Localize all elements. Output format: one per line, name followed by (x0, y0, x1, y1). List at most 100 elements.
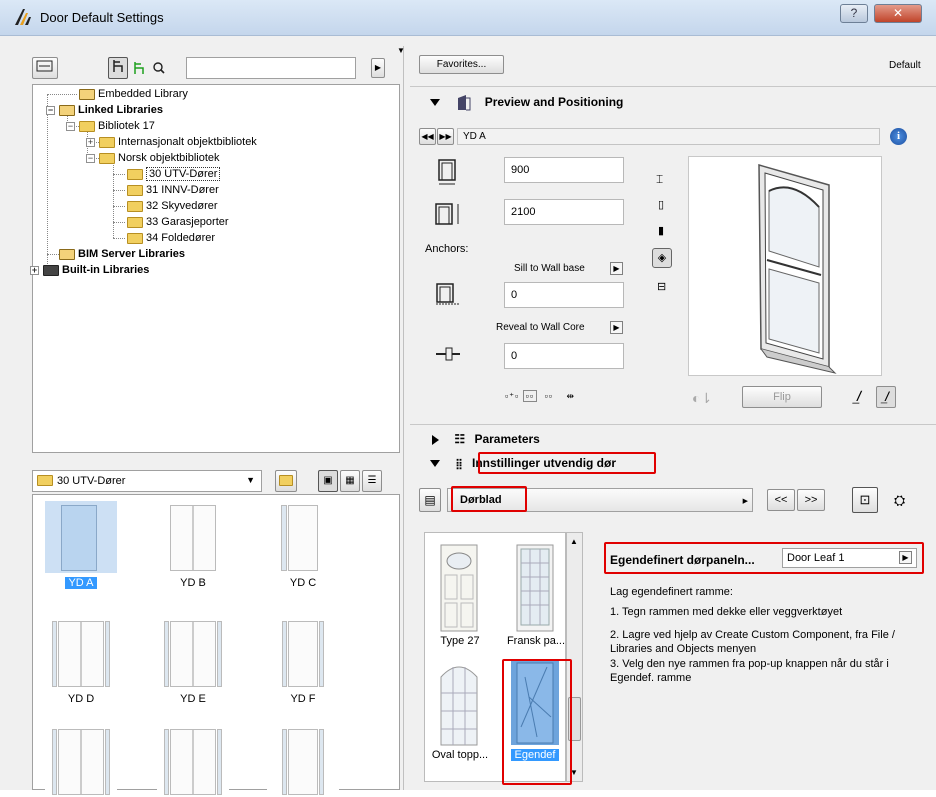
anchor-point-buttons[interactable]: ▫⁺▫ ▫▫ ▫▫ ⇹ (505, 390, 625, 405)
collapse-icon[interactable]: − (66, 121, 75, 131)
mirror-icon[interactable]: ◐⇂ (692, 390, 712, 407)
expand-icon[interactable]: + (86, 137, 95, 147)
reveal-reference-button[interactable]: ▶ (610, 321, 623, 334)
library-search-input[interactable] (186, 57, 356, 79)
height-icon (435, 203, 459, 225)
info-icon[interactable]: i (890, 128, 907, 145)
sill-input[interactable]: 0 (504, 282, 624, 308)
large-icons-view-button[interactable]: ▣ (318, 470, 338, 492)
small-icons-view-button[interactable]: ▦ (340, 470, 360, 492)
anchor-center-icon[interactable]: ▫▫ (522, 390, 538, 402)
door-type-option[interactable]: Oval topp... (431, 657, 488, 761)
collapse-icon[interactable]: − (46, 105, 55, 115)
door-type-option[interactable]: Type 27 (431, 543, 487, 647)
object-grid[interactable]: YD A YD B YD C YD D YD E YD F (32, 494, 400, 797)
tree-item[interactable]: 34 Foldedører (127, 231, 215, 246)
tree-item[interactable]: Embedded Library (79, 87, 188, 102)
previous-page-button[interactable]: << (767, 489, 795, 511)
door-image (58, 621, 104, 687)
collapse-icon[interactable]: − (86, 153, 95, 163)
sill-icon (436, 283, 460, 305)
scroll-up-arrow[interactable]: ▲ (570, 537, 578, 546)
tree-item[interactable]: + Internasjonalt objektbibliotek (86, 135, 257, 150)
sidelight-image (319, 729, 324, 795)
tree-connector (47, 94, 77, 95)
elevation-view-icon[interactable]: ▮ (658, 224, 664, 237)
page-view-toggle-button[interactable]: ⊡ (852, 487, 878, 513)
tree-item[interactable]: 32 Skyvedører (127, 199, 218, 214)
opening-right-button[interactable]: 𝐼̲ (876, 386, 896, 408)
search-go-button[interactable]: ▶ (371, 58, 385, 78)
width-input[interactable]: 900 (504, 157, 624, 183)
door-type-image (440, 544, 478, 632)
search-toggle-button[interactable] (152, 60, 168, 78)
folder-select[interactable]: 30 UTV-Dører ▼ (32, 470, 262, 492)
side-view-icon[interactable]: ⊟ (657, 280, 666, 293)
section-view-icon[interactable]: ▯ (658, 198, 664, 211)
opening-left-icon[interactable]: 𝐼̲ (856, 388, 860, 405)
door-3d-preview-image (758, 164, 837, 374)
tree-item[interactable]: 33 Garasjeporter (127, 215, 229, 230)
panel-collapse-arrow[interactable]: ▼ (397, 46, 405, 55)
folder-icon (127, 216, 143, 228)
list-view-button[interactable]: ☰ (362, 470, 382, 492)
tree-item[interactable]: + Built-in Libraries (30, 263, 149, 278)
tree-connector (113, 190, 125, 191)
library-tree[interactable]: Embedded Library − Linked Libraries − Biblio… (30, 84, 400, 453)
help-button[interactable]: ? (840, 4, 868, 23)
tree-item[interactable]: 30 UTV-Dører (127, 167, 221, 182)
object-filter-button[interactable] (108, 57, 128, 79)
width-icon (438, 159, 456, 185)
object-thumbnail[interactable] (157, 617, 229, 689)
tree-item-label: Bibliotek 17 (98, 120, 155, 132)
anchor-right-icon[interactable]: ▫▫ (545, 391, 553, 401)
preview-section-header[interactable]: Preview and Positioning (430, 91, 623, 113)
expand-triangle-icon (430, 99, 440, 107)
flip-button[interactable]: Flip (742, 386, 822, 408)
object-thumbnail[interactable] (45, 617, 117, 689)
settings-tool-icon[interactable]: ⛭ (894, 492, 905, 509)
height-input[interactable]: 2100 (504, 199, 624, 225)
panel-divider[interactable] (403, 46, 404, 790)
tree-connector (113, 238, 125, 239)
reveal-input[interactable]: 0 (504, 343, 624, 369)
close-button[interactable]: ✕ (874, 4, 922, 23)
anchor-left-icon[interactable]: ▫⁺▫ (505, 391, 519, 401)
object-thumbnail[interactable] (45, 725, 117, 797)
tree-item[interactable]: 31 INNV-Dører (127, 183, 219, 198)
plan-view-icon[interactable]: ⌶ (656, 172, 663, 187)
tree-item-label: Norsk objektbibliotek (118, 152, 220, 164)
object-thumbnail[interactable] (267, 617, 339, 689)
folder-up-button[interactable] (275, 470, 297, 492)
sill-reference-button[interactable]: ▶ (610, 262, 623, 275)
tree-item-label: Linked Libraries (78, 104, 163, 116)
next-page-button[interactable]: >> (797, 489, 825, 511)
anchor-side-icon[interactable]: ⇹ (566, 391, 575, 401)
tree-connector (113, 222, 125, 223)
instruction-text: 2. Lagre ved hjelp av Create Custom Comp… (610, 629, 895, 655)
object-thumbnail[interactable] (267, 725, 339, 797)
next-object-button[interactable]: ▶▶ (437, 128, 454, 145)
object-thumbnail[interactable] (45, 501, 117, 573)
door-type-option[interactable]: Fransk pa... (507, 543, 565, 647)
tree-item[interactable]: − Linked Libraries (46, 103, 163, 118)
expand-icon[interactable]: + (30, 265, 39, 275)
object-label: YD D (67, 693, 95, 705)
view-mode-button[interactable] (32, 57, 58, 79)
previous-object-button[interactable]: ◀◀ (419, 128, 436, 145)
object-thumbnail[interactable] (157, 501, 229, 573)
3d-view-button[interactable]: ◈ (652, 248, 672, 268)
green-chair-filter-button[interactable] (132, 60, 148, 78)
favorites-button[interactable]: Favorites... (419, 55, 504, 74)
page-icon-button[interactable]: ▤ (419, 488, 441, 512)
door-image (61, 505, 97, 571)
tree-item-label: 32 Skyvedører (146, 200, 218, 212)
folder-icon (99, 152, 115, 164)
tree-item[interactable]: − Norsk objektbibliotek (86, 151, 220, 166)
parameters-section-header[interactable]: ☷ Parameters (432, 428, 540, 450)
green-chair-icon (134, 62, 144, 74)
tree-item[interactable]: − Bibliotek 17 (66, 119, 155, 134)
tree-item[interactable]: BIM Server Libraries (59, 247, 185, 262)
object-thumbnail[interactable] (267, 501, 339, 573)
object-thumbnail[interactable] (157, 725, 229, 797)
